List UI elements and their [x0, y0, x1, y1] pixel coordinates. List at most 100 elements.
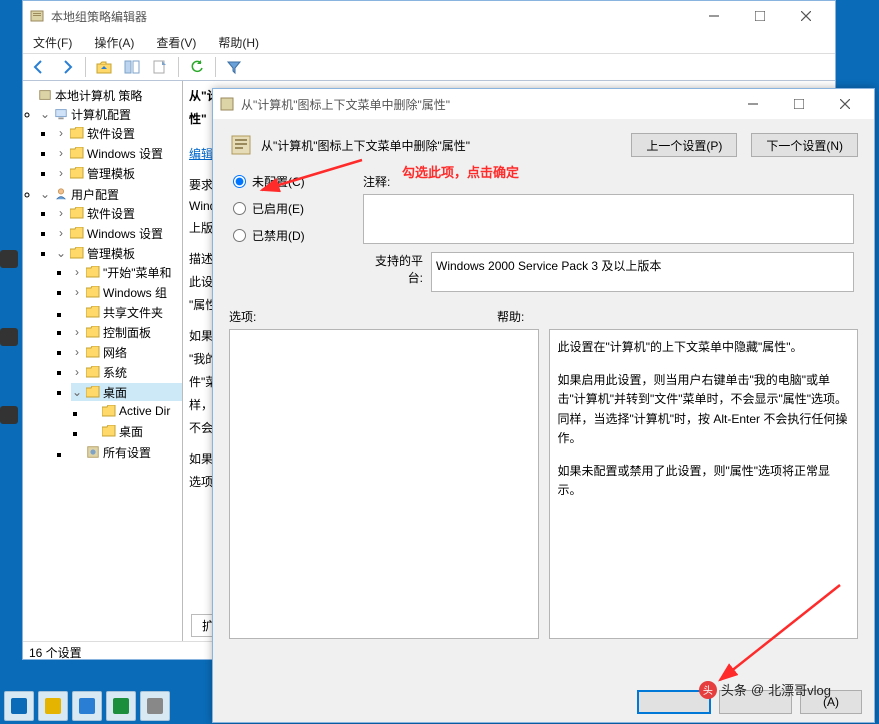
help-label: 帮助:: [497, 308, 524, 325]
chevron-down-icon[interactable]: ⌄: [71, 386, 83, 398]
chevron-right-icon[interactable]: ›: [55, 227, 67, 239]
minimize-button[interactable]: [691, 2, 737, 30]
tree-item[interactable]: 所有设置: [103, 444, 151, 461]
refresh-button[interactable]: [185, 55, 209, 79]
tree-item[interactable]: 管理模板: [87, 165, 135, 182]
taskbar-item[interactable]: [38, 691, 68, 721]
options-panel: [229, 329, 539, 639]
policy-icon: [229, 133, 253, 157]
tree-item[interactable]: 软件设置: [87, 205, 135, 222]
help-paragraph: 此设置在"计算机"的上下文菜单中隐藏"属性"。: [558, 338, 850, 357]
close-button[interactable]: [822, 90, 868, 118]
user-icon: [54, 187, 68, 201]
export-button[interactable]: [148, 55, 172, 79]
menubar: 文件(F) 操作(A) 查看(V) 帮助(H): [23, 31, 835, 53]
filter-button[interactable]: [222, 55, 246, 79]
tree-item[interactable]: Windows 设置: [87, 145, 163, 162]
watermark-name: 北漂哥vlog: [768, 680, 831, 699]
computer-icon: [54, 107, 68, 121]
tree-item[interactable]: 共享文件夹: [103, 304, 163, 321]
folder-icon: [70, 227, 84, 239]
taskbar-item[interactable]: [106, 691, 136, 721]
menu-help[interactable]: 帮助(H): [214, 32, 263, 53]
tree-item[interactable]: 桌面: [119, 423, 143, 440]
options-label: 选项:: [229, 308, 489, 325]
chevron-right-icon[interactable]: ›: [71, 326, 83, 338]
separator: [215, 57, 216, 77]
desktop-icon: [0, 250, 18, 268]
chevron-right-icon[interactable]: ›: [55, 167, 67, 179]
chevron-right-icon[interactable]: ›: [71, 346, 83, 358]
folder-icon: [70, 207, 84, 219]
tree-root[interactable]: 本地计算机 策略: [55, 87, 142, 104]
tree-computer-config[interactable]: 计算机配置: [71, 106, 131, 123]
radio-label: 未配置(C): [252, 173, 305, 190]
back-button[interactable]: [27, 55, 51, 79]
chevron-right-icon[interactable]: ›: [71, 266, 83, 278]
tree-item[interactable]: "开始"菜单和: [103, 264, 172, 281]
chevron-right-icon[interactable]: ›: [55, 127, 67, 139]
watermark: 头 头条 @ 北漂哥vlog: [699, 680, 831, 699]
folder-icon: [86, 386, 100, 398]
settings-icon: [219, 96, 235, 112]
app-icon: [29, 8, 45, 24]
separator: [85, 57, 86, 77]
up-folder-button[interactable]: [92, 55, 116, 79]
folder-icon: [102, 405, 116, 417]
folder-icon: [86, 286, 100, 298]
help-paragraph: 如果启用此设置，则当用户右键单击"我的电脑"或单击"计算机"并转到"文件"菜单时…: [558, 371, 850, 448]
tree-item[interactable]: 管理模板: [87, 245, 135, 262]
tree-item-selected[interactable]: 桌面: [103, 384, 127, 401]
taskbar-item[interactable]: [72, 691, 102, 721]
tree-item[interactable]: 系统: [103, 364, 127, 381]
radio-disabled[interactable]: 已禁用(D): [233, 227, 363, 244]
radio-not-configured[interactable]: 未配置(C): [233, 173, 363, 190]
tree-pane[interactable]: 本地计算机 策略 ⌄计算机配置 ›软件设置 ›Windows 设置 ›管理模板 …: [23, 81, 183, 641]
folder-icon: [70, 247, 84, 259]
close-button[interactable]: [783, 2, 829, 30]
folder-icon: [70, 167, 84, 179]
menu-action[interactable]: 操作(A): [90, 32, 138, 53]
menu-file[interactable]: 文件(F): [29, 32, 76, 53]
edit-link[interactable]: 编辑: [189, 147, 213, 161]
tree-item[interactable]: Active Dir: [119, 404, 170, 418]
annotation-text: 勾选此项，点击确定: [402, 162, 519, 181]
maximize-button[interactable]: [737, 2, 783, 30]
tree-item[interactable]: Windows 组: [103, 284, 167, 301]
taskbar-item[interactable]: [140, 691, 170, 721]
folder-icon: [70, 147, 84, 159]
radio-enabled[interactable]: 已启用(E): [233, 200, 363, 217]
menu-view[interactable]: 查看(V): [152, 32, 200, 53]
minimize-button[interactable]: [730, 90, 776, 118]
folder-icon: [86, 346, 100, 358]
chevron-down-icon[interactable]: ⌄: [55, 247, 67, 259]
comment-textarea[interactable]: [363, 194, 854, 244]
policy-root-icon: [38, 88, 52, 102]
chevron-down-icon[interactable]: ⌄: [39, 188, 51, 200]
taskbar-item[interactable]: [4, 691, 34, 721]
chevron-right-icon[interactable]: ›: [55, 207, 67, 219]
show-hide-button[interactable]: [120, 55, 144, 79]
platform-text: Windows 2000 Service Pack 3 及以上版本: [431, 252, 854, 292]
help-panel: 此设置在"计算机"的上下文菜单中隐藏"属性"。 如果启用此设置，则当用户右键单击…: [549, 329, 859, 639]
chevron-right-icon[interactable]: ›: [71, 366, 83, 378]
properties-dialog: 从"计算机"图标上下文菜单中删除"属性" 从"计算机"图标上下文菜单中删除"属性…: [212, 88, 875, 723]
next-setting-button[interactable]: 下一个设置(N): [751, 133, 858, 157]
tree-item[interactable]: Windows 设置: [87, 225, 163, 242]
folder-icon: [102, 425, 116, 437]
tree-item[interactable]: 控制面板: [103, 324, 151, 341]
chevron-right-icon[interactable]: ›: [71, 286, 83, 298]
maximize-button[interactable]: [776, 90, 822, 118]
chevron-right-icon[interactable]: ›: [55, 147, 67, 159]
chevron-down-icon[interactable]: ⌄: [39, 108, 51, 120]
toolbar: [23, 53, 835, 81]
tree-item[interactable]: 网络: [103, 344, 127, 361]
tree-item[interactable]: 软件设置: [87, 125, 135, 142]
tree-user-config[interactable]: 用户配置: [71, 186, 119, 203]
previous-setting-button[interactable]: 上一个设置(P): [631, 133, 737, 157]
folder-icon: [70, 127, 84, 139]
setting-name: 从"计算机"图标上下文菜单中删除"属性": [261, 137, 617, 154]
forward-button[interactable]: [55, 55, 79, 79]
setting-title-partial2: 性": [189, 112, 207, 126]
folder-icon: [86, 266, 100, 278]
